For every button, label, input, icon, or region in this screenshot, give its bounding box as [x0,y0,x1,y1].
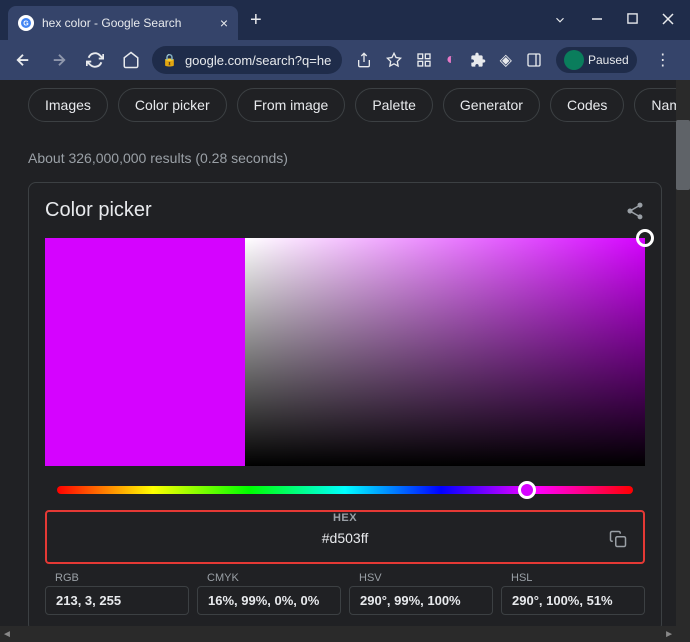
chip-generator[interactable]: Generator [443,88,540,122]
extension-pink-icon[interactable]: ◐ [446,51,456,69]
hsv-value[interactable]: 290°, 99%, 100% [349,586,493,615]
profile-paused-badge[interactable]: Paused [556,47,637,73]
saturation-lightness-gradient[interactable] [245,238,645,466]
gradient-thumb[interactable] [636,229,654,247]
format-hsl: HSL 290°, 100%, 51% [501,572,645,615]
paused-label: Paused [588,53,629,67]
hsv-label: HSV [349,572,493,584]
rgb-value[interactable]: 213, 3, 255 [45,586,189,615]
hex-display: HEX #d503ff [45,510,645,564]
extensions-icon[interactable] [470,52,486,68]
color-picker-area [45,238,645,466]
chip-images[interactable]: Images [28,88,108,122]
hsl-label: HSL [501,572,645,584]
color-formats: RGB 213, 3, 255 CMYK 16%, 99%, 0%, 0% HS… [45,572,645,615]
chip-palette[interactable]: Palette [355,88,433,122]
horizontal-scrollbar[interactable]: ◄ ► [0,626,676,642]
format-hsv: HSV 290°, 99%, 100% [349,572,493,615]
tab-close-icon[interactable]: × [220,15,228,31]
rgb-label: RGB [45,572,189,584]
scroll-right-arrow[interactable]: ► [664,629,674,640]
google-favicon: G [18,15,34,31]
hsl-value[interactable]: 290°, 100%, 51% [501,586,645,615]
maximize-icon[interactable] [627,13,638,27]
window-controls [553,13,690,27]
color-swatch [45,238,245,466]
window-titlebar: G hex color - Google Search × + [0,0,690,40]
extension-collections-icon[interactable] [416,52,432,68]
minimize-icon[interactable] [591,13,603,27]
hue-thumb[interactable] [518,481,536,499]
vertical-scrollbar[interactable] [676,80,690,626]
star-icon[interactable] [386,52,402,68]
share-page-icon[interactable] [356,52,372,68]
cmyk-value[interactable]: 16%, 99%, 0%, 0% [197,586,341,615]
format-cmyk: CMYK 16%, 99%, 0%, 0% [197,572,341,615]
color-picker-card: Color picker HEX #d503ff RGB 213, 3, 255… [28,182,662,626]
reload-button[interactable] [80,45,110,75]
forward-button[interactable] [44,45,74,75]
home-button[interactable] [116,45,146,75]
copy-icon[interactable] [609,530,627,548]
chip-from-image[interactable]: From image [237,88,346,122]
svg-text:G: G [23,21,29,28]
share-icon[interactable] [625,201,645,221]
url-text: google.com/search?q=he… [185,53,332,68]
chevron-down-icon[interactable] [553,13,567,27]
tab-title: hex color - Google Search [42,16,212,30]
page-content: Images Color picker From image Palette G… [0,80,690,626]
scrollbar-corner [676,626,690,642]
chip-codes[interactable]: Codes [550,88,624,122]
scroll-left-arrow[interactable]: ◄ [2,629,12,640]
vertical-scrollbar-thumb[interactable] [676,120,690,190]
kebab-menu-icon[interactable]: ⋮ [651,46,675,74]
profile-avatar [564,50,584,70]
browser-tab[interactable]: G hex color - Google Search × [8,6,238,40]
back-button[interactable] [8,45,38,75]
cmyk-label: CMYK [197,572,341,584]
address-bar[interactable]: 🔒 google.com/search?q=he… [152,46,342,74]
browser-toolbar: 🔒 google.com/search?q=he… ◐ ◈ Paused ⋮ [0,40,690,80]
hex-value[interactable]: #d503ff [59,524,631,552]
side-panel-icon[interactable] [526,52,542,68]
chip-color-picker[interactable]: Color picker [118,88,227,122]
hue-slider[interactable] [57,486,633,494]
close-window-icon[interactable] [662,13,674,27]
new-tab-button[interactable]: + [238,9,274,32]
hex-label: HEX [59,512,631,524]
card-title: Color picker [45,199,152,222]
format-rgb: RGB 213, 3, 255 [45,572,189,615]
extension-diamond-icon[interactable]: ◈ [500,50,512,70]
search-filter-chips: Images Color picker From image Palette G… [0,88,690,138]
lock-icon: 🔒 [162,53,177,67]
results-count: About 326,000,000 results (0.28 seconds) [0,138,690,182]
